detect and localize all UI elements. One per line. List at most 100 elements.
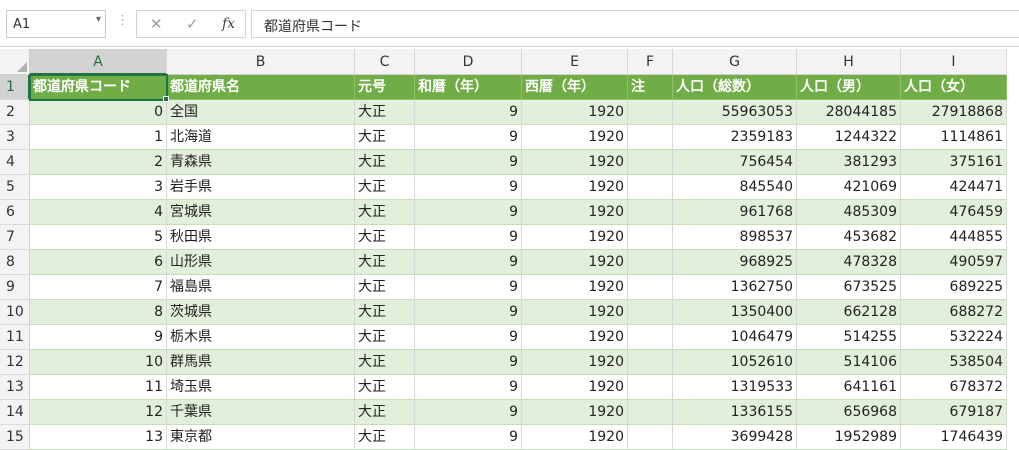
table-cell[interactable]: 381293 (797, 150, 901, 175)
table-cell[interactable]: 9 (415, 200, 522, 225)
table-cell[interactable]: 5 (30, 225, 167, 250)
table-cell[interactable]: 688272 (901, 300, 1007, 325)
table-cell[interactable]: 岩手県 (167, 175, 355, 200)
table-header-cell[interactable]: 都道府県コード (30, 75, 167, 100)
table-cell[interactable]: 1920 (522, 225, 628, 250)
table-cell[interactable]: 大正 (355, 250, 415, 275)
table-cell[interactable]: 大正 (355, 325, 415, 350)
table-cell[interactable]: 1920 (522, 150, 628, 175)
table-cell[interactable]: 1920 (522, 400, 628, 425)
table-cell[interactable]: 9 (415, 125, 522, 150)
table-cell[interactable]: 1244322 (797, 125, 901, 150)
table-cell[interactable]: 秋田県 (167, 225, 355, 250)
table-cell[interactable]: 大正 (355, 300, 415, 325)
table-cell[interactable]: 1362750 (673, 275, 797, 300)
table-cell[interactable]: 大正 (355, 275, 415, 300)
table-cell[interactable]: 12 (30, 400, 167, 425)
table-cell[interactable]: 茨城県 (167, 300, 355, 325)
row-header-5[interactable]: 5 (0, 175, 30, 200)
table-header-cell[interactable]: 注 (628, 75, 673, 100)
name-box[interactable]: A1 ▾ (6, 10, 106, 38)
table-cell[interactable]: 845540 (673, 175, 797, 200)
table-cell[interactable]: 1052610 (673, 350, 797, 375)
row-header-15[interactable]: 15 (0, 425, 30, 450)
table-cell[interactable]: 6 (30, 250, 167, 275)
table-cell[interactable]: 1920 (522, 125, 628, 150)
table-cell[interactable]: 673525 (797, 275, 901, 300)
row-header-1[interactable]: 1 (0, 75, 30, 100)
table-cell[interactable]: 9 (415, 175, 522, 200)
table-cell[interactable]: 490597 (901, 250, 1007, 275)
column-header-h[interactable]: H (797, 49, 901, 75)
table-cell[interactable]: 大正 (355, 400, 415, 425)
table-cell[interactable]: 756454 (673, 150, 797, 175)
table-cell[interactable]: 9 (415, 375, 522, 400)
table-cell[interactable] (628, 300, 673, 325)
table-cell[interactable]: 1920 (522, 100, 628, 125)
row-header-10[interactable]: 10 (0, 300, 30, 325)
table-cell[interactable]: 532224 (901, 325, 1007, 350)
table-cell[interactable]: 961768 (673, 200, 797, 225)
table-cell[interactable]: 東京都 (167, 425, 355, 450)
table-cell[interactable]: 1 (30, 125, 167, 150)
table-cell[interactable]: 0 (30, 100, 167, 125)
table-cell[interactable]: 1336155 (673, 400, 797, 425)
table-cell[interactable]: 2 (30, 150, 167, 175)
column-header-d[interactable]: D (415, 49, 522, 75)
table-cell[interactable]: 424471 (901, 175, 1007, 200)
more-dots-icon[interactable]: ⋮ (116, 13, 129, 28)
table-cell[interactable] (628, 100, 673, 125)
table-cell[interactable]: 1746439 (901, 425, 1007, 450)
table-cell[interactable]: 1920 (522, 375, 628, 400)
table-cell[interactable]: 1350400 (673, 300, 797, 325)
table-cell[interactable]: 7 (30, 275, 167, 300)
cancel-icon[interactable]: ✕ (150, 15, 163, 33)
row-header-14[interactable]: 14 (0, 400, 30, 425)
table-header-cell[interactable]: 西暦（年） (522, 75, 628, 100)
column-header-b[interactable]: B (167, 49, 355, 75)
table-cell[interactable]: 10 (30, 350, 167, 375)
table-cell[interactable]: 3699428 (673, 425, 797, 450)
table-cell[interactable]: 8 (30, 300, 167, 325)
column-header-f[interactable]: F (628, 49, 673, 75)
table-cell[interactable]: 656968 (797, 400, 901, 425)
table-cell[interactable]: 679187 (901, 400, 1007, 425)
row-header-3[interactable]: 3 (0, 125, 30, 150)
table-cell[interactable]: 大正 (355, 125, 415, 150)
table-cell[interactable]: 1920 (522, 300, 628, 325)
table-header-cell[interactable]: 都道府県名 (167, 75, 355, 100)
fill-handle[interactable] (163, 96, 169, 102)
table-cell[interactable]: 2359183 (673, 125, 797, 150)
table-cell[interactable]: 埼玉県 (167, 375, 355, 400)
table-cell[interactable] (628, 375, 673, 400)
table-cell[interactable] (628, 125, 673, 150)
column-header-a[interactable]: A (30, 49, 167, 75)
row-header-13[interactable]: 13 (0, 375, 30, 400)
table-cell[interactable]: 大正 (355, 150, 415, 175)
table-cell[interactable] (628, 325, 673, 350)
row-header-8[interactable]: 8 (0, 250, 30, 275)
table-cell[interactable]: 485309 (797, 200, 901, 225)
table-cell[interactable]: 1920 (522, 350, 628, 375)
column-header-i[interactable]: I (901, 49, 1007, 75)
table-cell[interactable]: 662128 (797, 300, 901, 325)
table-cell[interactable]: 9 (415, 250, 522, 275)
table-cell[interactable]: 538504 (901, 350, 1007, 375)
table-cell[interactable]: 宮城県 (167, 200, 355, 225)
formula-input[interactable]: 都道府県コード (251, 10, 1019, 38)
table-cell[interactable] (628, 200, 673, 225)
table-cell[interactable]: 453682 (797, 225, 901, 250)
table-cell[interactable]: 478328 (797, 250, 901, 275)
table-cell[interactable]: 27918868 (901, 100, 1007, 125)
table-cell[interactable] (628, 150, 673, 175)
column-header-c[interactable]: C (355, 49, 415, 75)
column-header-g[interactable]: G (673, 49, 797, 75)
table-cell[interactable]: 13 (30, 425, 167, 450)
table-cell[interactable]: 1046479 (673, 325, 797, 350)
row-header-6[interactable]: 6 (0, 200, 30, 225)
table-header-cell[interactable]: 人口（女） (901, 75, 1007, 100)
table-cell[interactable]: 1920 (522, 425, 628, 450)
table-cell[interactable]: 大正 (355, 175, 415, 200)
insert-function-icon[interactable]: fx (222, 16, 235, 32)
row-header-7[interactable]: 7 (0, 225, 30, 250)
